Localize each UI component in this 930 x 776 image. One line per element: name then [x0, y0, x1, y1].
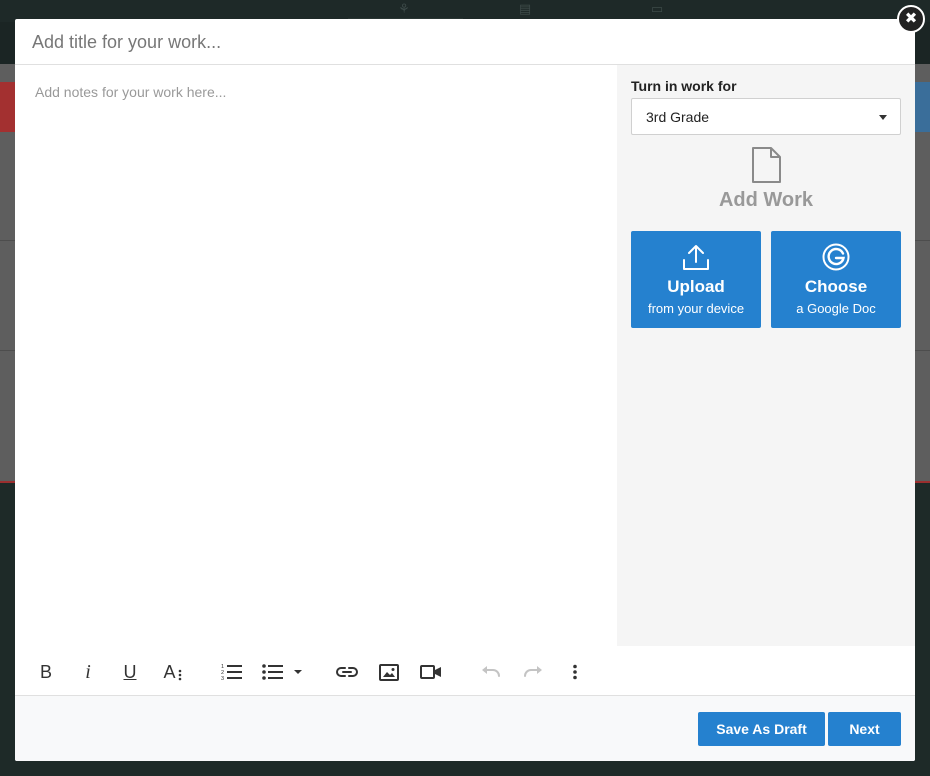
close-icon: ✖ — [904, 10, 918, 27]
underline-icon: U — [123, 662, 137, 682]
bullet-list-button[interactable] — [262, 660, 306, 684]
link-icon — [336, 667, 358, 677]
file-icon — [752, 147, 781, 183]
caret-down-icon — [879, 115, 887, 120]
font-size-icon: A — [163, 662, 176, 682]
vertical-ellipsis-icon — [573, 664, 577, 680]
close-button[interactable]: ✖ — [897, 5, 925, 33]
editor-toolbar: B i U A 1 2 3 — [15, 646, 915, 696]
google-subtitle: a Google Doc — [796, 301, 876, 316]
upload-subtitle: from your device — [647, 301, 745, 316]
font-size-dots-icon — [178, 669, 181, 681]
font-size-button[interactable]: A — [161, 660, 185, 684]
redo-button[interactable] — [521, 660, 545, 684]
upload-title: Upload — [667, 277, 725, 296]
upload-button[interactable]: Upload from your device — [631, 231, 761, 328]
notes-area — [15, 65, 617, 646]
modal-footer: Save As Draft Next — [15, 696, 915, 761]
next-button[interactable]: Next — [828, 712, 901, 746]
image-button[interactable] — [377, 660, 401, 684]
undo-icon — [482, 666, 500, 677]
background-bicycle-icon: ⚘ — [398, 1, 410, 16]
save-draft-button[interactable]: Save As Draft — [698, 712, 825, 746]
upload-icon — [683, 245, 709, 270]
background-banner-right — [914, 82, 930, 132]
bold-icon: B — [39, 662, 52, 682]
class-select-value: 3rd Grade — [646, 109, 710, 125]
google-icon — [822, 243, 850, 271]
video-camera-icon — [420, 665, 441, 679]
bullet-list-icon — [262, 664, 283, 680]
svg-text:3: 3 — [221, 676, 224, 681]
chevron-down-icon — [294, 670, 302, 674]
underline-button[interactable]: U — [118, 660, 142, 684]
google-title: Choose — [804, 277, 868, 296]
turn-in-label: Turn in work for — [631, 78, 737, 94]
undo-button[interactable] — [479, 660, 503, 684]
ordered-list-button[interactable]: 1 2 3 — [220, 660, 244, 684]
title-input[interactable] — [32, 27, 892, 57]
redo-icon — [524, 666, 542, 677]
title-row — [15, 19, 915, 65]
background-briefcase-icon: ▤ — [518, 1, 532, 16]
google-doc-button[interactable]: Choose a Google Doc — [771, 231, 901, 328]
italic-icon: i — [85, 661, 91, 683]
image-icon — [379, 663, 399, 681]
background-banner-left — [0, 82, 16, 132]
notes-input[interactable] — [35, 84, 595, 624]
add-work-modal: Turn in work for 3rd Grade Add Work Uplo… — [15, 19, 915, 761]
ordered-list-icon: 1 2 3 — [221, 664, 242, 681]
video-button[interactable] — [419, 660, 443, 684]
class-select[interactable]: 3rd Grade — [631, 98, 901, 135]
italic-button[interactable]: i — [76, 660, 100, 684]
turn-in-panel: Turn in work for 3rd Grade Add Work Uplo… — [617, 65, 915, 646]
background-monitor-icon: ▭ — [650, 1, 664, 16]
link-button[interactable] — [335, 660, 359, 684]
bold-button[interactable]: B — [34, 660, 58, 684]
add-work-label: Add Work — [718, 189, 814, 211]
more-options-button[interactable] — [563, 660, 587, 684]
